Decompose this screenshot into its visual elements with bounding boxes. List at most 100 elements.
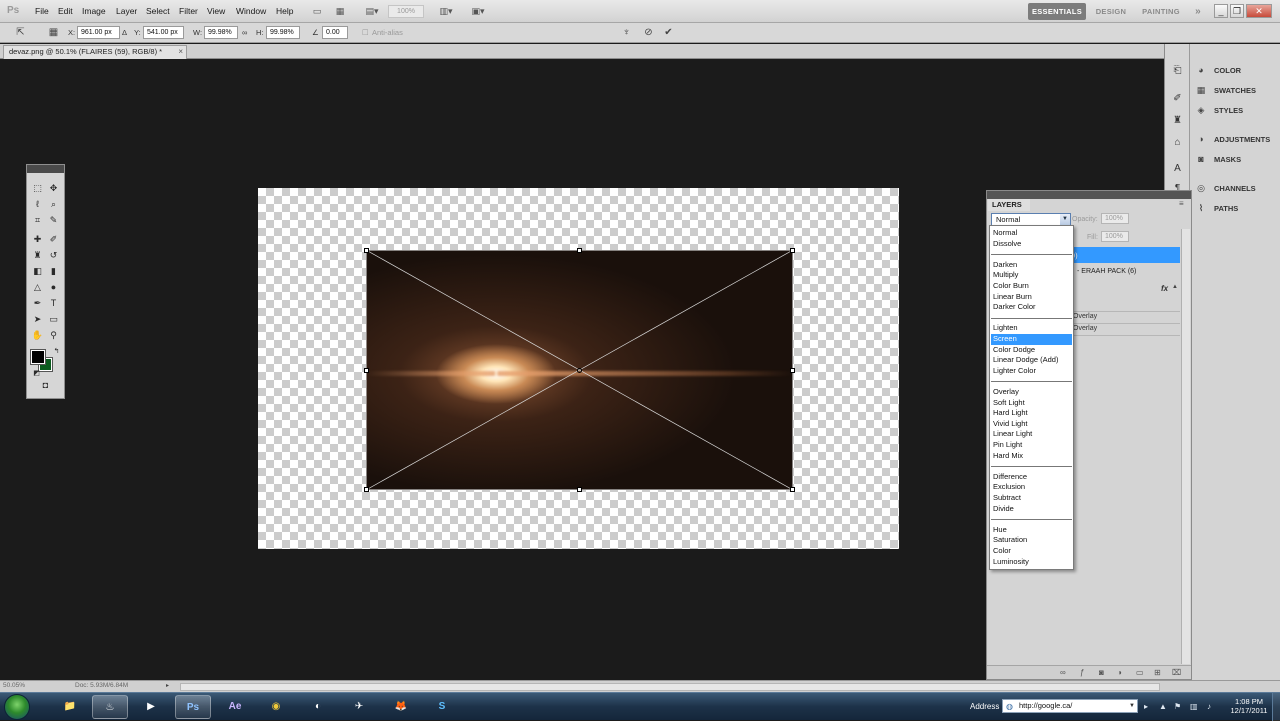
blend-mode-option-hard-light[interactable]: Hard Light bbox=[991, 408, 1072, 419]
tool-presets-icon[interactable]: ⌂ bbox=[1171, 136, 1184, 149]
angle-field[interactable]: 0.00 bbox=[322, 26, 348, 39]
width-field[interactable]: 99.98% bbox=[204, 26, 238, 39]
network-icon[interactable]: ▥ bbox=[1190, 702, 1198, 711]
taskbar-app-skype[interactable]: S bbox=[424, 695, 460, 719]
rectangular-marquee-tool-icon[interactable]: ⬚ bbox=[31, 182, 44, 195]
bridge-icon[interactable]: ▭ bbox=[310, 4, 324, 18]
fx-icon[interactable]: fx bbox=[1161, 284, 1168, 293]
shape-tool-icon[interactable]: ▭ bbox=[47, 313, 60, 326]
blend-mode-option-saturation[interactable]: Saturation bbox=[991, 535, 1072, 546]
layer-name[interactable]: - ERAAH PACK (6) bbox=[1077, 268, 1136, 275]
go-arrow-icon[interactable]: ▸ bbox=[1144, 702, 1148, 711]
opacity-field[interactable]: 100% bbox=[1101, 213, 1129, 224]
transform-handle-bottom[interactable] bbox=[577, 487, 582, 492]
layers-tab[interactable]: LAYERS bbox=[988, 199, 1030, 211]
y-position-field[interactable]: 541.00 px bbox=[143, 26, 184, 39]
action-center-flag-icon[interactable]: ⚑ bbox=[1174, 702, 1181, 711]
blend-mode-option-luminosity[interactable]: Luminosity bbox=[991, 557, 1072, 568]
blend-mode-option-hard-mix[interactable]: Hard Mix bbox=[991, 451, 1072, 462]
blend-mode-option-lighter-color[interactable]: Lighter Color bbox=[991, 366, 1072, 377]
start-button[interactable] bbox=[4, 694, 30, 720]
transform-handle-bottom-right[interactable] bbox=[790, 487, 795, 492]
x-position-field[interactable]: 961.00 px bbox=[77, 26, 120, 39]
transform-handle-top-left[interactable] bbox=[364, 248, 369, 253]
chevron-down-icon[interactable]: ▼ bbox=[1129, 700, 1135, 712]
layers-scrollbar[interactable] bbox=[1181, 229, 1190, 664]
height-field[interactable]: 99.98% bbox=[266, 26, 300, 39]
history-panel-icon[interactable]: ⎗ bbox=[1171, 64, 1184, 77]
panel-adjustments[interactable]: ◑ ADJUSTMENTS bbox=[1194, 130, 1279, 148]
volume-icon[interactable]: ♪ bbox=[1207, 702, 1211, 711]
horizontal-scrollbar[interactable] bbox=[180, 683, 1160, 691]
brush-presets-icon[interactable]: ✐ bbox=[1171, 92, 1184, 105]
crop-tool-icon[interactable]: ⌗ bbox=[31, 214, 44, 227]
layer-effect-overlay[interactable]: Overlay bbox=[1073, 313, 1097, 320]
workspace-design[interactable]: DESIGN bbox=[1092, 3, 1130, 20]
blend-mode-option-lighten[interactable]: Lighten bbox=[991, 323, 1072, 334]
panel-swatches[interactable]: ▦ SWATCHES bbox=[1194, 81, 1279, 99]
blend-mode-option-screen[interactable]: Screen bbox=[991, 334, 1072, 345]
blend-mode-option-soft-light[interactable]: Soft Light bbox=[991, 398, 1072, 409]
cancel-transform-icon[interactable]: ⊘ bbox=[642, 26, 655, 39]
taskbar-app-7[interactable]: ◐ bbox=[300, 695, 336, 719]
blend-mode-option-hue[interactable]: Hue bbox=[991, 525, 1072, 536]
reference-point-icon[interactable]: ▦ bbox=[47, 26, 60, 39]
commit-transform-icon[interactable]: ✔ bbox=[662, 26, 675, 39]
minimize-button[interactable]: _ bbox=[1214, 4, 1228, 18]
layer-effect-overlay[interactable]: Overlay bbox=[1073, 325, 1097, 332]
new-layer-icon[interactable]: ⊞ bbox=[1154, 668, 1161, 677]
close-button[interactable]: ✕ bbox=[1246, 4, 1272, 18]
pen-tool-icon[interactable]: ✒ bbox=[31, 297, 44, 310]
zoom-tool-icon[interactable]: ⚲ bbox=[47, 329, 60, 342]
adjustment-layer-icon[interactable]: ◑ bbox=[1117, 668, 1122, 677]
trash-icon[interactable]: ⌧ bbox=[1172, 668, 1181, 677]
arrange-documents-icon[interactable]: ▥▾ bbox=[435, 4, 457, 18]
new-group-icon[interactable]: ▭ bbox=[1136, 668, 1144, 677]
address-input[interactable]: ◍ http://google.ca/ ▼ bbox=[1002, 699, 1138, 713]
blend-mode-option-exclusion[interactable]: Exclusion bbox=[991, 482, 1072, 493]
spot-healing-tool-icon[interactable]: ✚ bbox=[31, 233, 44, 246]
tools-panel-header[interactable] bbox=[27, 165, 64, 173]
blend-mode-option-color-dodge[interactable]: Color Dodge bbox=[991, 345, 1072, 356]
clock-time[interactable]: 1:08 PM bbox=[1232, 697, 1266, 706]
close-tab-icon[interactable]: × bbox=[178, 46, 183, 58]
panel-masks[interactable]: ◙ MASKS bbox=[1194, 150, 1279, 168]
free-transform-tool-icon[interactable]: ⇱ bbox=[14, 26, 27, 39]
panel-channels[interactable]: ◎ CHANNELS bbox=[1194, 179, 1279, 197]
blend-mode-option-multiply[interactable]: Multiply bbox=[991, 270, 1072, 281]
menu-file[interactable]: File bbox=[35, 6, 49, 16]
taskbar-app-firefox[interactable]: 🦊 bbox=[383, 695, 419, 719]
type-tool-icon[interactable]: T bbox=[47, 297, 60, 310]
workspace-essentials[interactable]: ESSENTIALS bbox=[1028, 3, 1086, 20]
clock-date[interactable]: 12/17/2011 bbox=[1226, 706, 1272, 715]
view-extras-icon[interactable]: ▤▾ bbox=[360, 4, 384, 18]
taskbar-app-steam[interactable]: ♨ bbox=[92, 695, 128, 719]
clone-stamp-tool-icon[interactable]: ♜ bbox=[31, 249, 44, 262]
taskbar-app-8[interactable]: ✈ bbox=[341, 695, 377, 719]
taskbar-app-chrome[interactable]: ◉ bbox=[258, 695, 294, 719]
blend-mode-option-color[interactable]: Color bbox=[991, 546, 1072, 557]
menu-edit[interactable]: Edit bbox=[58, 6, 73, 16]
chevron-down-icon[interactable]: ▼ bbox=[1060, 214, 1070, 225]
quick-mask-icon[interactable]: ◘ bbox=[39, 379, 52, 392]
blend-mode-option-linear-light[interactable]: Linear Light bbox=[991, 429, 1072, 440]
clone-source-icon[interactable]: ♜ bbox=[1171, 114, 1184, 127]
hand-tool-icon[interactable]: ✋ bbox=[31, 329, 44, 342]
blend-mode-option-vivid-light[interactable]: Vivid Light bbox=[991, 419, 1072, 430]
transform-handle-bottom-left[interactable] bbox=[364, 487, 369, 492]
transform-handle-top[interactable] bbox=[577, 248, 582, 253]
panel-color[interactable]: ◕ COLOR bbox=[1194, 61, 1279, 79]
link-layers-icon[interactable]: ∞ bbox=[1060, 668, 1066, 677]
blend-mode-option-darker-color[interactable]: Darker Color bbox=[991, 302, 1072, 313]
relative-position-icon[interactable]: Δ bbox=[122, 28, 127, 37]
transform-reference-point[interactable] bbox=[577, 368, 582, 373]
menu-layer[interactable]: Layer bbox=[116, 6, 137, 16]
blend-mode-option-divide[interactable]: Divide bbox=[991, 504, 1072, 515]
taskbar-app-after-effects[interactable]: Ae bbox=[217, 695, 253, 719]
blend-mode-option-overlay[interactable]: Overlay bbox=[991, 387, 1072, 398]
menu-help[interactable]: Help bbox=[276, 6, 293, 16]
show-desktop-button[interactable] bbox=[1272, 693, 1280, 721]
screen-mode-icon[interactable]: ▣▾ bbox=[466, 4, 490, 18]
status-zoom-field[interactable]: 50.05% bbox=[3, 682, 39, 692]
taskbar-app-explorer[interactable]: 📁 bbox=[52, 695, 88, 719]
